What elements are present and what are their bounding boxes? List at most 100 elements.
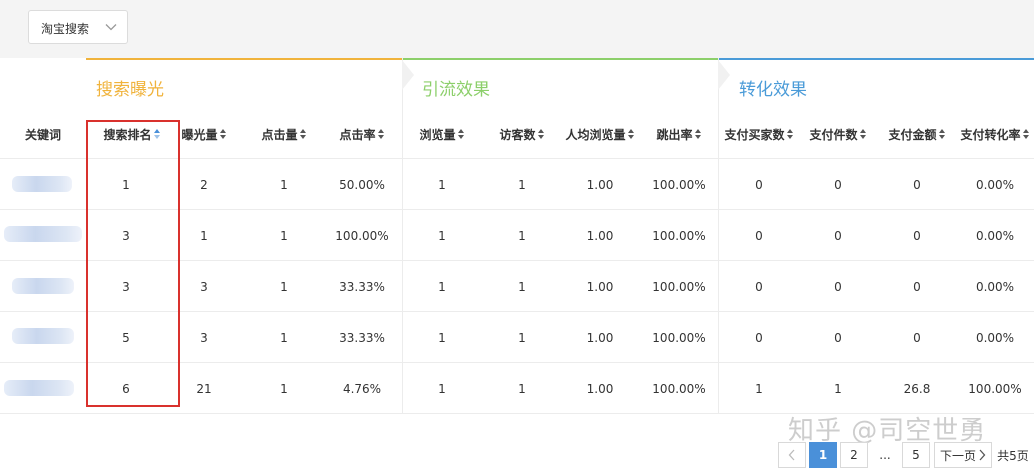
chevron-down-icon [105, 24, 117, 31]
cell-paying-buyers: 0 [755, 228, 763, 243]
col-visitors[interactable]: 访客数 [482, 110, 562, 158]
page-button-2[interactable]: 2 [840, 442, 868, 468]
group-divider-arrow [402, 60, 414, 90]
col-label: 支付买家数 [724, 127, 785, 142]
col-label: 支付转化率 [960, 127, 1021, 142]
cell-paid-amount: 0 [913, 279, 921, 294]
cell-visitors: 1 [518, 228, 526, 243]
cell-paid-items: 0 [834, 228, 842, 243]
prev-page-button[interactable] [778, 442, 806, 468]
cell-paying-buyers: 0 [755, 177, 763, 192]
col-label: 人均浏览量 [565, 127, 626, 142]
cell-ctr: 33.33% [339, 330, 385, 345]
cell-pageviews: 1 [438, 177, 446, 192]
cell-bounce-rate: 100.00% [652, 330, 706, 345]
col-label: 支付件数 [809, 127, 858, 142]
cell-visitors: 1 [518, 330, 526, 345]
cell-pageviews: 1 [438, 228, 446, 243]
keyword-redacted [12, 176, 72, 192]
group-traffic-effect: 引流效果 [402, 58, 730, 110]
group-title: 搜索曝光 [96, 80, 164, 100]
cell-pageviews: 1 [438, 279, 446, 294]
cell-paying-buyers: 0 [755, 330, 763, 345]
chevron-left-icon [788, 449, 795, 461]
col-clicks[interactable]: 点击量 [244, 110, 324, 158]
search-rank-highlight [86, 120, 180, 407]
cell-impressions: 2 [200, 177, 208, 192]
cell-clicks: 1 [280, 279, 288, 294]
cell-clicks: 1 [280, 330, 288, 345]
col-paid-amount[interactable]: 支付金额 [878, 110, 956, 158]
chevron-right-icon [979, 449, 986, 461]
col-label: 浏览量 [419, 127, 456, 142]
group-bar [402, 58, 718, 60]
sort-icon[interactable] [1022, 128, 1030, 140]
sort-icon[interactable] [859, 128, 867, 140]
cell-pageviews: 1 [438, 381, 446, 396]
col-bounce-rate[interactable]: 跳出率 [640, 110, 718, 158]
page-button-5[interactable]: 5 [902, 442, 930, 468]
sort-icon[interactable] [938, 128, 946, 140]
cell-paying-buyers: 1 [755, 381, 763, 396]
cell-clicks: 1 [280, 228, 288, 243]
page-ellipsis: ... [879, 448, 891, 462]
col-paying-buyers[interactable]: 支付买家数 [718, 110, 800, 158]
col-keyword: 关键词 [0, 110, 86, 158]
col-label: 访客数 [499, 127, 536, 142]
next-page-label: 下一页 [939, 448, 976, 463]
next-page-button[interactable]: 下一页 [934, 442, 992, 468]
sort-icon[interactable] [694, 128, 702, 140]
cell-visitors: 1 [518, 279, 526, 294]
col-label: 曝光量 [181, 127, 218, 142]
cell-clicks: 1 [280, 177, 288, 192]
keyword-redacted [4, 380, 74, 396]
cell-avg-pageviews: 1.00 [586, 279, 614, 294]
sort-icon[interactable] [457, 128, 465, 140]
cell-paid-amount: 0 [913, 177, 921, 192]
cell-paid-items: 1 [834, 381, 842, 396]
cell-visitors: 1 [518, 381, 526, 396]
search-source-select[interactable]: 淘宝搜索 [28, 10, 128, 44]
cell-pay-conversion: 0.00% [975, 279, 1015, 294]
sort-icon[interactable] [377, 128, 385, 140]
cell-ctr: 50.00% [339, 177, 385, 192]
filter-bar: 淘宝搜索 [0, 0, 1034, 58]
page-button-1[interactable]: 1 [809, 442, 837, 468]
cell-paid-amount: 26.8 [903, 381, 931, 396]
sort-icon[interactable] [627, 128, 635, 140]
group-conversion-effect: 转化效果 [718, 58, 1034, 110]
cell-paying-buyers: 0 [755, 279, 763, 294]
cell-ctr: 100.00% [335, 228, 389, 243]
cell-pay-conversion: 0.00% [975, 330, 1015, 345]
cell-visitors: 1 [518, 177, 526, 192]
col-avg-pageviews[interactable]: 人均浏览量 [560, 110, 640, 158]
group-title: 引流效果 [422, 80, 490, 100]
col-pay-conversion[interactable]: 支付转化率 [956, 110, 1034, 158]
cell-bounce-rate: 100.00% [652, 228, 706, 243]
group-search-exposure: 搜索曝光 [86, 58, 414, 110]
col-pageviews[interactable]: 浏览量 [402, 110, 482, 158]
cell-bounce-rate: 100.00% [652, 177, 706, 192]
cell-pay-conversion: 0.00% [975, 177, 1015, 192]
cell-avg-pageviews: 1.00 [586, 381, 614, 396]
col-label: 支付金额 [888, 127, 937, 142]
cell-pay-conversion: 100.00% [968, 381, 1022, 396]
sort-icon[interactable] [219, 128, 227, 140]
keyword-redacted [12, 328, 74, 344]
sort-icon[interactable] [786, 128, 794, 140]
cell-impressions: 1 [200, 228, 208, 243]
cell-avg-pageviews: 1.00 [586, 228, 614, 243]
col-label: 点击率 [339, 127, 376, 142]
keyword-redacted [4, 226, 82, 242]
cell-impressions: 3 [200, 279, 208, 294]
sort-icon[interactable] [299, 128, 307, 140]
col-impressions[interactable]: 曝光量 [176, 110, 232, 158]
cell-paid-items: 0 [834, 177, 842, 192]
sort-icon[interactable] [537, 128, 545, 140]
col-paid-items[interactable]: 支付件数 [800, 110, 876, 158]
page-total: 共5页 [997, 448, 1029, 463]
group-bar [86, 58, 402, 60]
col-ctr[interactable]: 点击率 [322, 110, 402, 158]
search-source-value: 淘宝搜索 [41, 22, 90, 36]
col-label: 关键词 [24, 127, 61, 142]
